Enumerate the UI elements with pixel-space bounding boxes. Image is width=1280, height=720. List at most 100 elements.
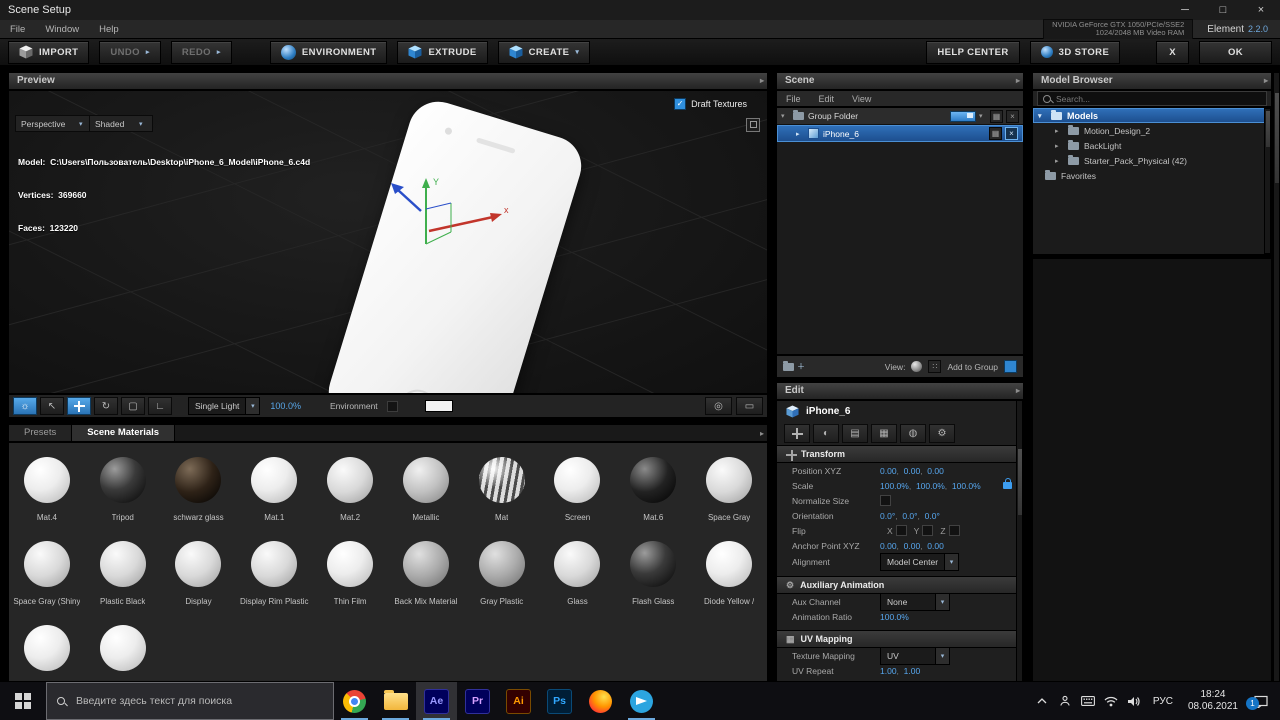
start-button[interactable] — [0, 682, 46, 720]
action-center-button[interactable]: 1 — [1246, 695, 1276, 710]
help-center-button[interactable]: HELP CENTER — [926, 40, 1020, 64]
chevron-down-icon[interactable]: ▾ — [979, 112, 987, 120]
taskbar-app-firefox[interactable] — [580, 682, 621, 720]
scale-values[interactable]: 100.0%100.0%100.0% — [880, 481, 981, 491]
fullscreen-preview-button[interactable]: ▭ — [736, 397, 763, 415]
camera-mode-dropdown[interactable]: Perspective ▾ — [15, 115, 93, 132]
edit-panel-arrow-icon[interactable]: ▸ — [1016, 387, 1020, 395]
add-folder-icon[interactable] — [783, 360, 794, 371]
tray-expand-icon[interactable] — [1031, 698, 1054, 704]
environment-checkbox[interactable] — [386, 400, 398, 412]
scene-lights-button[interactable]: ☼ — [13, 397, 37, 415]
maximize-button[interactable]: □ — [1204, 0, 1242, 20]
uv-section-header[interactable]: ▦ UV Mapping — [777, 630, 1023, 648]
detach-viewport-icon[interactable] — [746, 118, 760, 132]
texture-mapping-dropdown[interactable]: UV ▾ — [880, 646, 950, 665]
scene-menu-view[interactable]: View — [843, 94, 880, 104]
draft-textures-toggle[interactable]: ✓ Draft Textures — [674, 98, 747, 110]
axis-mode-button[interactable]: ∟ — [148, 397, 172, 415]
material-item[interactable]: Mat.2 — [312, 457, 388, 541]
material-item[interactable]: Diode Yellow / — [691, 541, 767, 625]
cancel-x-button[interactable]: X — [1156, 40, 1189, 64]
add-to-group-button[interactable] — [1004, 360, 1017, 373]
tree-item-models[interactable]: ▾ Models — [1033, 108, 1271, 123]
taskbar-search-input[interactable] — [74, 694, 323, 708]
transform-tool-icon[interactable] — [784, 424, 810, 443]
select-tool-button[interactable]: ↖ — [40, 397, 64, 415]
material-item[interactable]: Plastic Black — [85, 541, 161, 625]
tree-item-backlight[interactable]: ▸ BackLight — [1033, 138, 1271, 153]
ok-button[interactable]: OK — [1198, 40, 1272, 64]
group-tint-slider[interactable] — [950, 110, 976, 122]
expander-right-icon[interactable]: ▸ — [1055, 142, 1063, 150]
material-item[interactable]: Display — [161, 541, 237, 625]
move-tool-button[interactable] — [67, 397, 91, 415]
material-item[interactable]: Space Gray — [691, 457, 767, 541]
material-item[interactable]: Space Gray (Shiny — [9, 541, 85, 625]
scene-menu-file[interactable]: File — [777, 94, 810, 104]
material-item[interactable]: Screen — [540, 457, 616, 541]
reset-camera-button[interactable]: ◎ — [705, 397, 732, 415]
scene-group-row[interactable]: ▾ Group Folder ▾ ▦ × — [777, 108, 1023, 125]
material-item[interactable]: Gray Plastic — [464, 541, 540, 625]
extrude-button[interactable]: EXTRUDE — [397, 40, 488, 64]
transform-section-header[interactable]: Transform — [777, 445, 1023, 463]
taskbar-app-chrome[interactable] — [334, 682, 375, 720]
view-shaded-icon[interactable] — [911, 361, 923, 372]
model-browser-arrow-icon[interactable]: ▸ — [1264, 77, 1268, 85]
model-tree-scrollbar[interactable] — [1264, 108, 1271, 254]
taskbar-app-photoshop[interactable]: Ps — [539, 682, 580, 720]
flip-y-checkbox[interactable] — [922, 525, 934, 536]
light-mode-dropdown[interactable]: Single Light ▾ — [188, 397, 261, 415]
scale-lock-icon[interactable] — [1003, 478, 1012, 489]
edit-panel-scrollbar[interactable] — [1016, 400, 1023, 682]
object-delete-button[interactable]: × — [1005, 127, 1018, 140]
view-wireframe-icon[interactable]: ∷ — [928, 360, 942, 373]
tree-item-starter-pack[interactable]: ▸ Starter_Pack_Physical (42) — [1033, 153, 1271, 168]
group-visibility-button[interactable]: ▦ — [990, 109, 1003, 123]
close-button[interactable]: × — [1242, 0, 1280, 20]
material-item[interactable]: Back Mix Material — [388, 541, 464, 625]
anchor-values[interactable]: 0.000.000.00 — [880, 541, 944, 551]
sphere-tool-icon[interactable]: ◍ — [900, 424, 926, 443]
materials-panel-arrow-icon[interactable]: ▸ — [760, 430, 764, 438]
scene-object-row[interactable]: ▸ iPhone_6 ▦ × — [777, 125, 1023, 142]
uv-repeat-values[interactable]: 1.001.00 — [880, 666, 920, 676]
settings-tool-icon[interactable]: ⚙ — [929, 424, 955, 443]
material-item[interactable]: Mat.4 — [9, 457, 85, 541]
wifi-icon[interactable] — [1100, 696, 1123, 707]
material-item[interactable]: schwarz glass — [161, 457, 237, 541]
taskbar-search[interactable] — [46, 682, 334, 720]
group-delete-button[interactable]: × — [1006, 109, 1019, 123]
expander-down-icon[interactable]: ▾ — [781, 112, 789, 120]
minimize-button[interactable]: ─ — [1166, 0, 1204, 20]
aux-section-header[interactable]: ⚙ Auxiliary Animation — [777, 576, 1023, 594]
shading-tool-icon[interactable]: ◐ — [813, 424, 839, 443]
material-item[interactable] — [85, 625, 161, 681]
environment-button[interactable]: ENVIRONMENT — [269, 40, 388, 64]
material-item[interactable]: Thin Film — [312, 541, 388, 625]
redo-button[interactable]: REDO ▸ — [170, 40, 232, 64]
material-item[interactable]: Glass — [540, 541, 616, 625]
menu-help[interactable]: Help — [89, 24, 129, 35]
material-item[interactable]: Metallic — [388, 457, 464, 541]
alignment-dropdown[interactable]: Model Center ▾ — [880, 552, 960, 571]
taskbar-app-telegram[interactable] — [621, 682, 662, 720]
viewport[interactable]: Y x ✓ Draft Textures Perspective ▾ Shaded… — [8, 90, 768, 394]
expander-down-icon[interactable]: ▾ — [1038, 112, 1046, 120]
tree-item-favorites[interactable]: Favorites — [1033, 168, 1271, 183]
material-item[interactable]: Mat.6 — [615, 457, 691, 541]
expander-right-icon[interactable]: ▸ — [1055, 127, 1063, 135]
orientation-values[interactable]: 0.0°0.0°0.0° — [880, 511, 940, 521]
rotate-tool-button[interactable]: ↻ — [94, 397, 118, 415]
tiles-tool-icon[interactable]: ▦ — [871, 424, 897, 443]
draft-textures-checkbox[interactable]: ✓ — [674, 98, 687, 110]
flip-x-checkbox[interactable] — [895, 525, 907, 536]
search-box[interactable] — [1037, 91, 1267, 106]
taskbar-app-illustrator[interactable]: Ai — [498, 682, 539, 720]
axis-gizmo[interactable]: Y x — [381, 169, 511, 279]
expander-right-icon[interactable]: ▸ — [1055, 157, 1063, 165]
undo-button[interactable]: UNDO ▸ — [99, 40, 161, 64]
material-item[interactable] — [9, 625, 85, 681]
taskbar-app-explorer[interactable] — [375, 682, 416, 720]
